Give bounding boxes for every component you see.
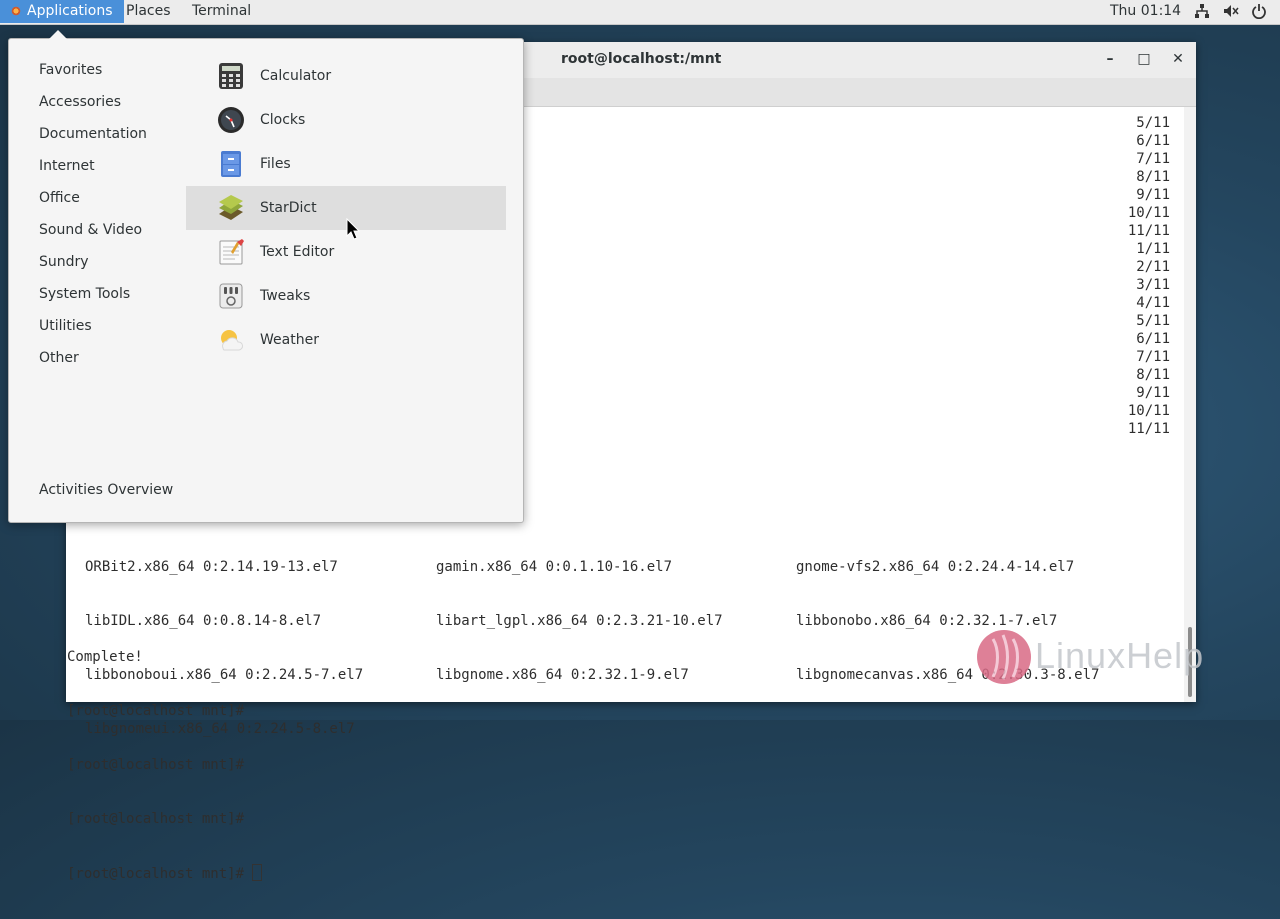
window-title: root@localhost:/mnt — [561, 51, 722, 67]
active-prompt-line[interactable]: [root@localhost mnt]# — [67, 864, 263, 883]
app-label: Tweaks — [260, 288, 311, 304]
activities-overview[interactable]: Activities Overview — [39, 480, 173, 500]
category-utilities[interactable]: Utilities — [39, 316, 92, 336]
stardict-icon — [219, 195, 243, 220]
app-calculator[interactable]: Calculator — [186, 54, 506, 98]
category-sundry[interactable]: Sundry — [39, 252, 89, 272]
app-label: Calculator — [260, 68, 332, 84]
app-tweaks[interactable]: Tweaks — [186, 274, 506, 318]
progress-column: 5/11 6/11 7/11 8/11 9/11 10/11 11/11 1/1… — [1128, 114, 1170, 438]
category-accessories[interactable]: Accessories — [39, 92, 121, 112]
progress-line: 5/11 — [1136, 115, 1170, 131]
progress-line: 10/11 — [1127, 205, 1170, 221]
category-other[interactable]: Other — [39, 348, 79, 368]
progress-line: 6/11 — [1136, 133, 1170, 149]
shell-prompt: [root@localhost mnt]# — [67, 811, 245, 827]
category-documentation[interactable]: Documentation — [39, 124, 147, 144]
clock-icon — [218, 107, 244, 133]
applications-label: Applications — [27, 3, 113, 19]
progress-line: 11/11 — [1127, 223, 1170, 239]
progress-line: 6/11 — [1136, 331, 1170, 347]
progress-line: 7/11 — [1136, 349, 1170, 365]
calculator-icon — [219, 63, 243, 89]
minimize-button[interactable]: – — [1100, 50, 1120, 70]
linuxhelp-logo-icon — [977, 630, 1031, 684]
progress-line: 1/11 — [1136, 241, 1170, 257]
category-system-tools[interactable]: System Tools — [39, 284, 130, 304]
shell-prompt: [root@localhost mnt]# — [67, 757, 245, 773]
package-entry: libart_lgpl.x86_64 0:2.3.21-10.el7 — [436, 613, 723, 629]
app-label: Weather — [260, 332, 319, 348]
text-editor-icon — [219, 239, 244, 265]
console-lines: Complete! [root@localhost mnt]# [root@lo… — [67, 612, 263, 919]
text-cursor — [252, 864, 263, 881]
mouse-pointer-icon — [346, 218, 360, 240]
progress-line: 4/11 — [1136, 295, 1170, 311]
package-entry: gnome-vfs2.x86_64 0:2.24.4-14.el7 — [796, 559, 1075, 575]
progress-line: 7/11 — [1136, 151, 1170, 167]
app-clocks[interactable]: Clocks — [186, 98, 506, 142]
progress-line: 8/11 — [1136, 169, 1170, 185]
app-label: Text Editor — [260, 244, 335, 260]
progress-line: 8/11 — [1136, 367, 1170, 383]
clock[interactable]: Thu 01:14 — [1110, 0, 1181, 22]
weather-icon — [221, 330, 243, 351]
terminal-label: Terminal — [192, 3, 252, 19]
progress-line: 2/11 — [1136, 259, 1170, 275]
app-label: Files — [260, 156, 291, 172]
maximize-button[interactable]: □ — [1134, 50, 1154, 70]
shell-prompt: [root@localhost mnt]# — [67, 703, 245, 719]
terminal-menu[interactable]: Terminal — [181, 0, 262, 23]
category-favorites[interactable]: Favorites — [39, 60, 102, 80]
close-button[interactable]: ✕ — [1168, 50, 1188, 70]
shell-prompt: [root@localhost mnt]# — [67, 866, 245, 882]
progress-line: 5/11 — [1136, 313, 1170, 329]
package-entry: libgnome.x86_64 0:2.32.1-9.el7 — [436, 667, 689, 683]
progress-line: 11/11 — [1127, 421, 1170, 437]
gnome-foot-icon — [11, 6, 21, 16]
scrollbar[interactable] — [1184, 107, 1196, 702]
applications-menu[interactable]: Applications — [0, 0, 124, 23]
files-icon — [221, 151, 241, 177]
package-entry: gamin.x86_64 0:0.1.10-16.el7 — [436, 559, 673, 575]
app-label: Clocks — [260, 112, 306, 128]
watermark-text: LinuxHelp — [1035, 635, 1205, 676]
package-entry: ORBit2.x86_64 0:2.14.19-13.el7 — [85, 559, 338, 575]
places-label: Places — [126, 3, 171, 19]
linuxhelp-watermark: LinuxHelp — [975, 627, 1230, 687]
package-column-2: gamin.x86_64 0:0.1.10-16.el7 libart_lgpl… — [436, 522, 723, 720]
applications-dropdown: Favorites Accessories Documentation Inte… — [8, 30, 524, 523]
network-icon[interactable] — [1194, 3, 1210, 19]
progress-line: 9/11 — [1136, 385, 1170, 401]
progress-line: 9/11 — [1136, 187, 1170, 203]
volume-icon[interactable] — [1223, 3, 1239, 19]
progress-line: 3/11 — [1136, 277, 1170, 293]
app-label: StarDict — [260, 200, 317, 216]
places-menu[interactable]: Places — [115, 0, 182, 23]
power-icon[interactable] — [1251, 3, 1267, 19]
package-column-3: gnome-vfs2.x86_64 0:2.24.4-14.el7 libbon… — [796, 522, 1099, 720]
app-weather[interactable]: Weather — [186, 318, 506, 362]
category-office[interactable]: Office — [39, 188, 80, 208]
category-sound-video[interactable]: Sound & Video — [39, 220, 142, 240]
category-internet[interactable]: Internet — [39, 156, 95, 176]
progress-line: 10/11 — [1127, 403, 1170, 419]
tweaks-icon — [219, 283, 243, 309]
complete-message: Complete! — [67, 649, 143, 665]
app-files[interactable]: Files — [186, 142, 506, 186]
top-bar: Applications Places Terminal Thu 01:14 — [0, 0, 1280, 25]
